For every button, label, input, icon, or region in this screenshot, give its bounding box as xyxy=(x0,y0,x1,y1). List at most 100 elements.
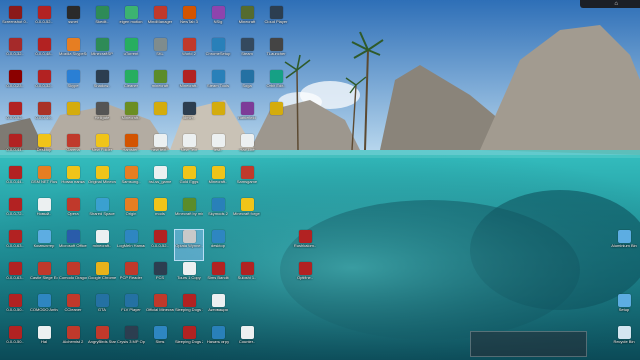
desktop-icon[interactable]: Comodo Dragon xyxy=(59,262,87,292)
desktop-icon[interactable]: Minecraft xyxy=(233,6,261,36)
desktop-icon[interactable]: Suloshi 1.. xyxy=(233,262,261,292)
desktop-icon[interactable]: Optifine.. xyxy=(291,262,319,292)
desktop-icon[interactable]: FCS xyxy=(146,262,174,292)
desktop-icon[interactable]: FLV Player xyxy=(117,294,145,324)
desktop-icon[interactable]: COMODO Antivirus xyxy=(30,294,58,324)
desktop-icon[interactable]: Google Chrome xyxy=(88,262,116,292)
desktop-icon[interactable]: Skymods 2 xyxy=(204,198,232,228)
desktop-icon[interactable]: Новая папка xyxy=(59,166,87,196)
desktop-icon[interactable]: Official Minecraft xyxy=(146,294,174,324)
desktop-icon[interactable]: 0-0-0-44.. xyxy=(1,134,29,164)
desktop-icon[interactable]: Skedit.. xyxy=(88,6,116,36)
desktop-icon[interactable]: ssnet xyxy=(59,6,87,36)
desktop-icon[interactable]: Opera xyxy=(59,198,87,228)
desktop-icon[interactable]: Minecraft.. xyxy=(117,102,145,132)
desktop-icon[interactable]: Mozilla SkypeSetup xyxy=(59,38,87,68)
desktop-icon[interactable]: Minecraft.. xyxy=(175,70,203,100)
desktop-icon[interactable]: AngryBirds StarWars xyxy=(88,326,116,356)
desktop-icon[interactable]: CCleaner xyxy=(59,294,87,324)
desktop-icon[interactable]: Orbit Edit.. xyxy=(262,70,290,100)
desktop-icon[interactable]: 0-0-0-50.. xyxy=(1,294,29,324)
desktop-icon[interactable]: Sleeping Dogs 1 xyxy=(175,294,203,324)
desktop-icon[interactable]: Cloud Player xyxy=(262,6,290,36)
desktop-icon[interactable]: 0-0-0-32.. xyxy=(1,38,29,68)
desktop-icon[interactable]: Crysis 3 MP Open Beta xyxy=(117,326,145,356)
desktop-icon[interactable]: Новый.. xyxy=(30,198,58,228)
desktop-icon[interactable]: New Text xyxy=(175,134,203,164)
desktop-icon[interactable]: Sims xyxy=(146,326,174,356)
desktop-icon[interactable]: uTorrent xyxy=(117,38,145,68)
right-icon[interactable]: Recycle Bin xyxy=(610,326,638,356)
desktop-icon[interactable]: MinecraftSP xyxy=(88,38,116,68)
desktop-icon[interactable]: ldmirr.. xyxy=(175,102,203,132)
desktop-icon[interactable]: desktop xyxy=(204,230,232,260)
desktop-icon[interactable]: Origin xyxy=(117,198,145,228)
desktop-icon[interactable]: ChromeSetup xyxy=(204,38,232,68)
desktop-icon[interactable]: LogMeIn Hamachi xyxy=(117,230,145,260)
desktop-icon[interactable]: New Folder xyxy=(88,134,116,164)
desktop-icon[interactable]: 0-0-0-52.. xyxy=(30,6,58,36)
desktop-icon[interactable]: Half-Life xyxy=(233,134,261,164)
desktop-icon[interactable]: 0-0-0-32.. xyxy=(30,70,58,100)
desktop-icon[interactable]: Minecraft by minecraft xyxy=(175,198,203,228)
desktop-icon[interactable]: 0-0-0-52.. xyxy=(146,230,174,260)
desktop-icon[interactable]: Sims Bandit xyxy=(204,262,232,292)
desktop-icon[interactable]: eigen motion xyxy=(117,6,145,36)
desktop-icon[interactable]: 0-0-0-49.. xyxy=(30,102,58,132)
desktop-icon[interactable]: Minecraft.. xyxy=(204,166,232,196)
desktop-icon[interactable]: GTA xyxy=(88,294,116,324)
desktop-icon[interactable]: Oplata Wynne.. xyxy=(174,229,204,261)
desktop-icon[interactable]: Hellgate xyxy=(88,102,116,132)
desktop-icon[interactable]: 0-0-0-63.. xyxy=(1,230,29,260)
desktop-icon[interactable]: Shared Space xyxy=(88,198,116,228)
desktop-icon[interactable]: Minecraft forge 1.6.2 xyxy=(233,198,261,228)
desktop-icon[interactable]: Начать игру xyxy=(204,326,232,356)
desktop-icon[interactable]: PCP Reader xyxy=(117,262,145,292)
desktop-icon[interactable]: minecraft.. xyxy=(88,230,116,260)
desktop-icon[interactable]: 0-0-0-50.. xyxy=(1,326,29,356)
desktop-icon[interactable]: Desktop xyxy=(30,134,58,164)
desktop-icon[interactable]: Garena xyxy=(59,134,87,164)
desktop-icon[interactable]: GSM NET Rus xyxy=(30,166,58,196)
desktop-icon[interactable]: Steam xyxy=(233,38,261,68)
desktop-icon[interactable] xyxy=(204,102,232,132)
desktop-icon[interactable]: Original Minecraft.. xyxy=(88,166,116,196)
right-icon[interactable]: Aluminium Bin xyxy=(610,230,638,260)
desktop-icon[interactable]: TLauncher xyxy=(262,38,290,68)
desktop-icon[interactable]: 0-0-0-52.. xyxy=(1,102,29,132)
desktop-icon[interactable]: Активация xyxy=(204,294,232,324)
desktop-icon[interactable] xyxy=(146,102,174,132)
desktop-icon[interactable]: Компьютер xyxy=(30,230,58,260)
desktop-icon[interactable]: Steam Tools xyxy=(204,70,232,100)
desktop-icon[interactable]: hsi-ss_game xyxy=(146,166,174,196)
right-icon[interactable]: Setup xyxy=(610,294,638,324)
desktop-icon[interactable]: 0-0-0-63.. xyxy=(1,262,29,292)
desktop-icon[interactable]: Rushkalom.. xyxy=(291,230,319,260)
desktop-icon[interactable]: mods xyxy=(146,198,174,228)
desktop-icon[interactable]: SKL xyxy=(146,38,174,68)
desktop-icon[interactable]: Skype xyxy=(59,70,87,100)
desktop-icon[interactable] xyxy=(59,102,87,132)
desktop-icon[interactable]: MindManager xyxy=(146,6,174,36)
desktop-icon[interactable]: Samsung.. xyxy=(117,166,145,196)
desktop-icon[interactable]: 0-0-0-72.. xyxy=(1,198,29,228)
desktop-icon[interactable] xyxy=(262,102,290,132)
desktop-icon[interactable]: Sleeping Dogs 2 xyxy=(175,326,203,356)
desktop-icon[interactable]: Tours 1 Copy xyxy=(175,262,203,292)
desktop-icon[interactable]: Samsgame xyxy=(233,166,261,196)
desktop-icon[interactable]: World 2 xyxy=(175,38,203,68)
desktop-icon[interactable]: 0-0-0-23.. xyxy=(1,70,29,100)
desktop-icon[interactable]: Castle Siege Ed.. xyxy=(30,262,58,292)
desktop-icon[interactable]: 0-0-0-48.. xyxy=(30,38,58,68)
desktop-icon[interactable]: Counter.. xyxy=(233,326,261,356)
desktop-icon[interactable]: Hal xyxy=(30,326,58,356)
desktop-icon[interactable]: new text.. xyxy=(146,134,174,164)
desktop-icon[interactable]: Alchemist 2 xyxy=(59,326,87,356)
desktop-icon[interactable]: Battlefield xyxy=(233,102,261,132)
desktop-icon[interactable]: NSig xyxy=(204,6,232,36)
desktop-icon[interactable]: test.. xyxy=(204,134,232,164)
desktop-icon[interactable]: Cleaner xyxy=(117,70,145,100)
desktop-icon[interactable]: Soga xyxy=(233,70,261,100)
desktop-icon[interactable]: 0-0-0-44.. xyxy=(1,166,29,196)
desktop-icon[interactable]: minecraft xyxy=(146,70,174,100)
